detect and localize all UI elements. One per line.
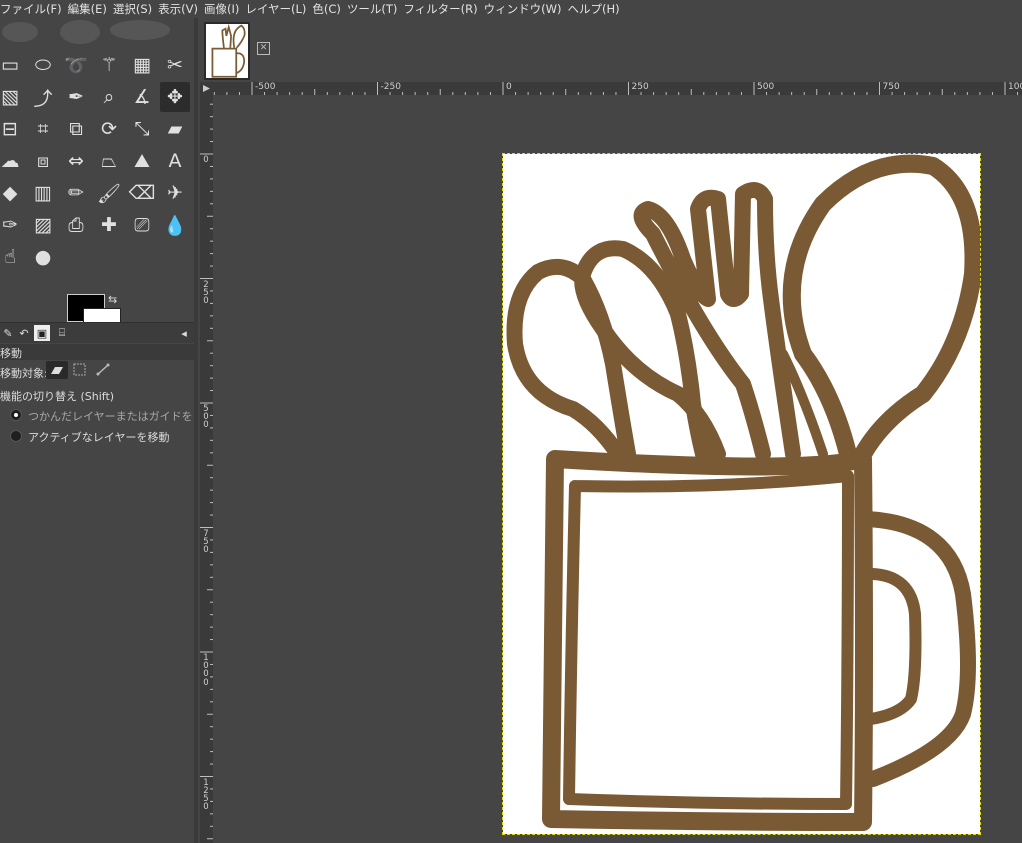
rect-select-icon[interactable]: ▭ bbox=[0, 50, 25, 80]
foreground-select-icon[interactable]: ▧ bbox=[0, 82, 25, 112]
magic-wand-icon[interactable]: ⚚ bbox=[94, 50, 124, 80]
select-by-color-icon[interactable]: ▦ bbox=[127, 50, 157, 80]
bucket-fill-icon[interactable]: ◆ bbox=[0, 178, 25, 208]
paintbrush-icon[interactable]: 🖌 bbox=[94, 178, 124, 208]
tool-options-tab-icon[interactable]: ✎ bbox=[0, 325, 16, 341]
lasso-icon[interactable]: ➰ bbox=[61, 50, 91, 80]
images-tab-icon[interactable]: ▣ bbox=[34, 325, 50, 341]
pencil-icon[interactable]: ✏ bbox=[61, 178, 91, 208]
hruler-label: 500 bbox=[757, 82, 775, 92]
image-tabs-bar bbox=[198, 18, 1022, 80]
text-icon[interactable]: A bbox=[160, 146, 190, 176]
mug-inner bbox=[563, 470, 854, 810]
active-layer-radio[interactable] bbox=[10, 430, 22, 442]
thumbnail-drawing bbox=[211, 23, 246, 78]
mug-drawing bbox=[506, 154, 983, 831]
swap-colors-icon[interactable]: ⇆ bbox=[108, 293, 117, 306]
menu-bar: ファイル(F) 編集(E) 選択(S) 表示(V) 画像(I) レイヤー(L) 色(C) ツー… bbox=[0, 0, 1022, 18]
vertical-ruler[interactable]: 0 250 500 750 1000 1250 bbox=[200, 95, 213, 843]
scissors-icon[interactable]: ✂ bbox=[160, 50, 190, 80]
hruler-label: -250 bbox=[380, 82, 401, 92]
menu-item-8[interactable]: フィルター(R) bbox=[403, 0, 483, 18]
tool-toggle-label: 機能の切り替え (Shift) bbox=[0, 390, 115, 403]
3d-transform-icon[interactable]: ⧈ bbox=[28, 146, 58, 176]
mug-handle-inner bbox=[865, 568, 922, 725]
tool-options-header: 移動 bbox=[0, 344, 194, 360]
dock-menu-icon[interactable]: ◂ bbox=[176, 325, 192, 341]
menu-item-9[interactable]: ウィンドウ(W) bbox=[484, 0, 568, 18]
vruler-label: 1000 bbox=[203, 653, 209, 688]
dock-tabs: ✎ ↶ ▣ ⌸ ◂ bbox=[0, 322, 194, 343]
unified-transform-icon[interactable]: ⧉ bbox=[61, 114, 91, 144]
close-image-tab-icon[interactable]: ✕ bbox=[257, 42, 270, 55]
dodge-burn-icon[interactable]: ● bbox=[28, 242, 58, 272]
menu-item-10[interactable]: ヘルプ(H) bbox=[567, 0, 625, 18]
vruler-label: 500 bbox=[203, 404, 209, 431]
move-path-button[interactable] bbox=[95, 362, 111, 378]
menu-item-5[interactable]: レイヤー(L) bbox=[245, 0, 312, 18]
zoom-icon[interactable]: ⌕ bbox=[94, 82, 124, 112]
mug-outer bbox=[542, 450, 873, 831]
gradient-icon[interactable]: ▥ bbox=[28, 178, 58, 208]
vruler-label: 0 bbox=[203, 155, 209, 165]
ellipse-select-icon[interactable]: ⬭ bbox=[28, 50, 58, 80]
move-selection-button[interactable] bbox=[72, 362, 88, 378]
smudge-icon[interactable]: ☝ bbox=[0, 242, 25, 272]
align-icon[interactable]: ⊟ bbox=[0, 114, 25, 144]
hruler-label: 0 bbox=[506, 82, 512, 92]
toolbox-panel: ⇆ ✎ ↶ ▣ ⌸ ◂ 移動 移動対象: 機能の切り替え (Shift) つかん… bbox=[0, 18, 196, 843]
cage-icon[interactable]: ⛰ bbox=[127, 146, 157, 176]
scale-icon[interactable]: ⤡ bbox=[127, 114, 157, 144]
mypaint-brush-icon[interactable]: ▨ bbox=[28, 210, 58, 240]
small-spoon-2 bbox=[506, 258, 636, 462]
hruler-label: -500 bbox=[255, 82, 276, 92]
move-layer-button[interactable] bbox=[46, 361, 68, 379]
vruler-label: 750 bbox=[203, 528, 209, 555]
rotate-icon[interactable]: ⟳ bbox=[94, 114, 124, 144]
move-target-label: 移動対象: bbox=[0, 367, 48, 380]
heal-icon[interactable]: ✚ bbox=[94, 210, 124, 240]
perspective-icon[interactable]: ⏢ bbox=[94, 146, 124, 176]
vruler-label: 250 bbox=[203, 279, 209, 306]
eraser-icon[interactable]: ⌫ bbox=[127, 178, 157, 208]
fork bbox=[633, 182, 801, 462]
ruler-corner-button[interactable] bbox=[200, 82, 213, 95]
airbrush-icon[interactable]: ✈ bbox=[160, 178, 190, 208]
active-layer-label: アクティブなレイヤーを移動 bbox=[28, 431, 170, 444]
menu-item-2[interactable]: 選択(S) bbox=[113, 0, 158, 18]
tool-options-title: 移動 bbox=[0, 347, 22, 360]
wilber-drop-area bbox=[0, 18, 190, 48]
horizontal-ruler[interactable]: -500 -250 0 250 500 750 1000 bbox=[213, 82, 1022, 95]
hruler-label: 1000 bbox=[1008, 82, 1022, 92]
flip-icon[interactable]: ⇔ bbox=[61, 146, 91, 176]
image-thumbnail-tab[interactable] bbox=[204, 22, 250, 80]
device-status-tab-icon[interactable]: ⌸ bbox=[54, 325, 70, 341]
menu-item-6[interactable]: 色(C) bbox=[312, 0, 347, 18]
undo-history-tab-icon[interactable]: ↶ bbox=[16, 325, 32, 341]
ink-icon[interactable]: ✑ bbox=[0, 210, 25, 240]
menu-item-0[interactable]: ファイル(F) bbox=[0, 0, 68, 18]
vruler-label: 1250 bbox=[203, 777, 209, 813]
panel-separator[interactable] bbox=[194, 18, 198, 843]
clone-icon[interactable]: ⎙ bbox=[61, 210, 91, 240]
paths-icon[interactable]: ⤴ bbox=[28, 82, 58, 112]
menu-item-1[interactable]: 編集(E) bbox=[68, 0, 113, 18]
pick-layer-radio[interactable] bbox=[10, 409, 22, 421]
shear-icon[interactable]: ▰ bbox=[160, 114, 190, 144]
blur-icon[interactable]: 💧 bbox=[160, 210, 190, 240]
big-spoon bbox=[782, 154, 983, 463]
menu-item-7[interactable]: ツール(T) bbox=[347, 0, 404, 18]
perspective-clone-icon[interactable]: ⎚ bbox=[127, 210, 157, 240]
color-picker-icon[interactable]: ✒ bbox=[61, 82, 91, 112]
hruler-label: 250 bbox=[631, 82, 649, 92]
pick-layer-label: つかんだレイヤーまたはガイドを bbox=[28, 410, 193, 423]
warp-icon[interactable]: ☁ bbox=[0, 146, 25, 176]
crop-icon[interactable]: ⌗ bbox=[28, 114, 58, 144]
menu-item-4[interactable]: 画像(I) bbox=[204, 0, 245, 18]
move-icon[interactable]: ✥ bbox=[160, 82, 190, 112]
measure-icon[interactable]: ∡ bbox=[127, 82, 157, 112]
hruler-label: 750 bbox=[882, 82, 900, 92]
menu-item-3[interactable]: 表示(V) bbox=[158, 0, 204, 18]
image-canvas[interactable] bbox=[502, 153, 983, 835]
